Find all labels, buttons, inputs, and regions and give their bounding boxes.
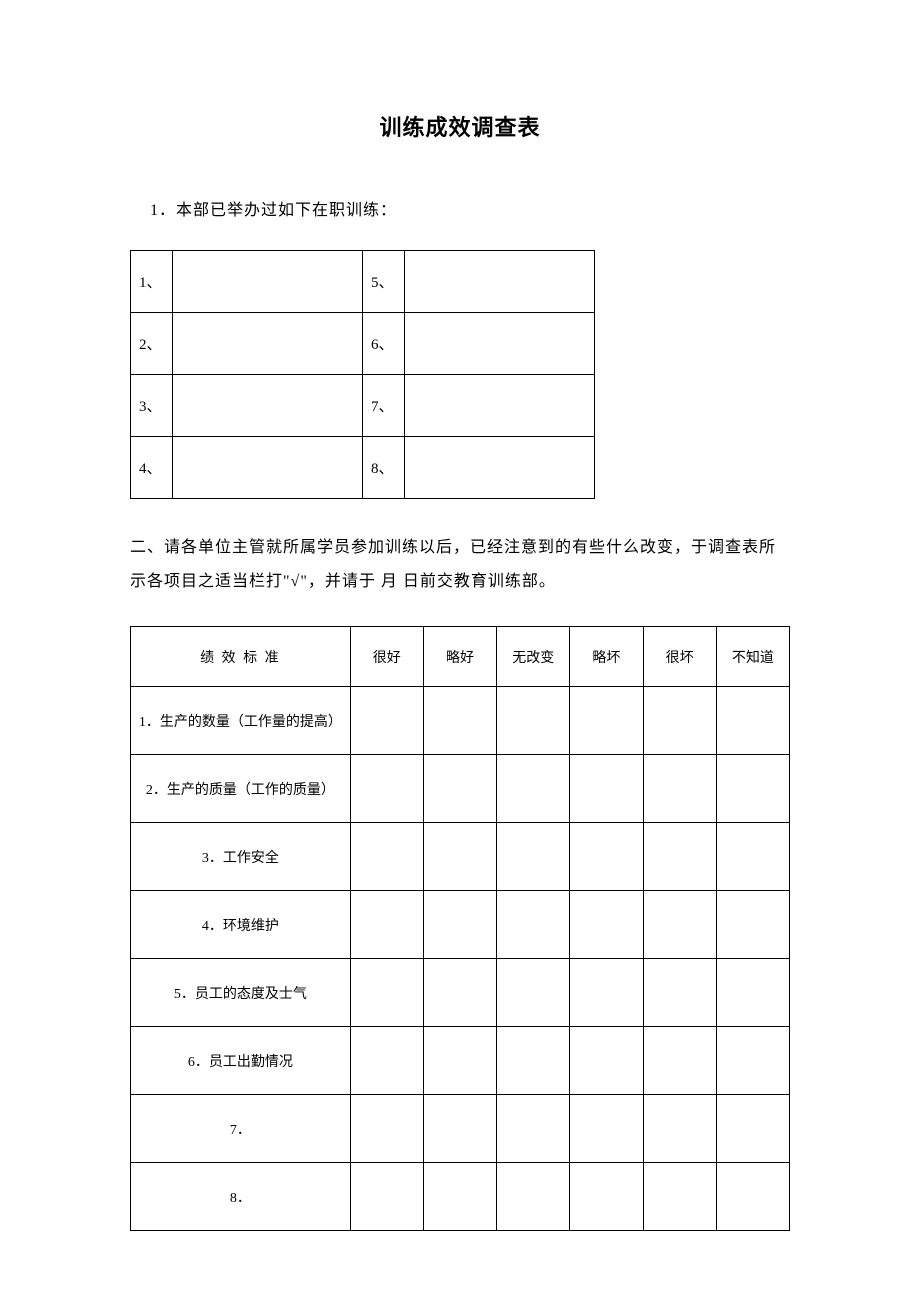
rating-cell (643, 959, 716, 1027)
header-criteria: 绩 效 标 准 (131, 627, 351, 687)
table-row: 4．环境维护 (131, 891, 790, 959)
header-col-2: 略好 (423, 627, 496, 687)
rating-cell (643, 687, 716, 755)
training-list-table: 1、 5、 2、 6、 3、 7、 4、 8、 (130, 250, 595, 499)
rating-cell (570, 1027, 643, 1095)
training-val-6 (405, 313, 595, 375)
rating-cell (716, 1095, 789, 1163)
header-col-3: 无改变 (497, 627, 570, 687)
rating-cell (350, 1163, 423, 1231)
training-val-1 (173, 251, 363, 313)
rating-cell (643, 823, 716, 891)
header-col-5: 很坏 (643, 627, 716, 687)
training-val-3 (173, 375, 363, 437)
criteria-2: 2．生产的质量（工作的质量） (131, 755, 351, 823)
rating-cell (350, 687, 423, 755)
training-val-5 (405, 251, 595, 313)
training-num-2: 2、 (131, 313, 173, 375)
rating-cell (350, 959, 423, 1027)
training-num-1: 1、 (131, 251, 173, 313)
rating-cell (716, 959, 789, 1027)
rating-cell (643, 755, 716, 823)
rating-cell (570, 891, 643, 959)
page-title: 训练成效调查表 (130, 110, 790, 142)
rating-cell (423, 755, 496, 823)
table-header-row: 绩 效 标 准 很好 略好 无改变 略坏 很坏 不知道 (131, 627, 790, 687)
table-row: 2、 6、 (131, 313, 595, 375)
training-num-5: 5、 (363, 251, 405, 313)
rating-cell (643, 891, 716, 959)
rating-cell (570, 959, 643, 1027)
rating-cell (350, 823, 423, 891)
section2-intro: 二、请各单位主管就所属学员参加训练以后，已经注意到的有些什么改变，于调查表所示各… (130, 531, 790, 598)
criteria-4: 4．环境维护 (131, 891, 351, 959)
criteria-3: 3．工作安全 (131, 823, 351, 891)
training-val-2 (173, 313, 363, 375)
training-val-4 (173, 437, 363, 499)
rating-cell (570, 687, 643, 755)
rating-cell (716, 823, 789, 891)
rating-cell (716, 1027, 789, 1095)
rating-cell (716, 1163, 789, 1231)
table-row: 1．生产的数量（工作量的提高） (131, 687, 790, 755)
rating-cell (570, 1095, 643, 1163)
rating-cell (423, 1163, 496, 1231)
rating-cell (643, 1027, 716, 1095)
training-num-7: 7、 (363, 375, 405, 437)
criteria-6: 6．员工出勤情况 (131, 1027, 351, 1095)
training-num-6: 6、 (363, 313, 405, 375)
rating-cell (423, 959, 496, 1027)
rating-cell (350, 1095, 423, 1163)
table-row: 3．工作安全 (131, 823, 790, 891)
training-num-4: 4、 (131, 437, 173, 499)
rating-cell (643, 1095, 716, 1163)
rating-cell (497, 959, 570, 1027)
rating-cell (570, 755, 643, 823)
rating-cell (570, 823, 643, 891)
rating-cell (570, 1163, 643, 1231)
rating-cell (423, 891, 496, 959)
rating-cell (350, 891, 423, 959)
table-row: 3、 7、 (131, 375, 595, 437)
table-row: 1、 5、 (131, 251, 595, 313)
table-row: 7． (131, 1095, 790, 1163)
training-val-8 (405, 437, 595, 499)
criteria-7: 7． (131, 1095, 351, 1163)
rating-cell (423, 1027, 496, 1095)
rating-cell (423, 687, 496, 755)
header-col-6: 不知道 (716, 627, 789, 687)
rating-cell (497, 755, 570, 823)
criteria-8: 8． (131, 1163, 351, 1231)
rating-cell (643, 1163, 716, 1231)
table-row: 5．员工的态度及士气 (131, 959, 790, 1027)
criteria-5: 5．员工的态度及士气 (131, 959, 351, 1027)
criteria-1: 1．生产的数量（工作量的提高） (131, 687, 351, 755)
rating-cell (497, 687, 570, 755)
rating-cell (497, 823, 570, 891)
header-col-1: 很好 (350, 627, 423, 687)
training-num-3: 3、 (131, 375, 173, 437)
training-num-8: 8、 (363, 437, 405, 499)
rating-cell (497, 1163, 570, 1231)
evaluation-table: 绩 效 标 准 很好 略好 无改变 略坏 很坏 不知道 1．生产的数量（工作量的… (130, 626, 790, 1231)
rating-cell (350, 755, 423, 823)
table-row: 4、 8、 (131, 437, 595, 499)
rating-cell (497, 891, 570, 959)
rating-cell (423, 1095, 496, 1163)
training-val-7 (405, 375, 595, 437)
section1-intro: 1．本部已举办过如下在职训练： (150, 196, 790, 220)
table-row: 8． (131, 1163, 790, 1231)
rating-cell (497, 1095, 570, 1163)
header-col-4: 略坏 (570, 627, 643, 687)
table-row: 2．生产的质量（工作的质量） (131, 755, 790, 823)
table-row: 6．员工出勤情况 (131, 1027, 790, 1095)
rating-cell (716, 891, 789, 959)
rating-cell (350, 1027, 423, 1095)
rating-cell (497, 1027, 570, 1095)
rating-cell (716, 755, 789, 823)
rating-cell (423, 823, 496, 891)
rating-cell (716, 687, 789, 755)
